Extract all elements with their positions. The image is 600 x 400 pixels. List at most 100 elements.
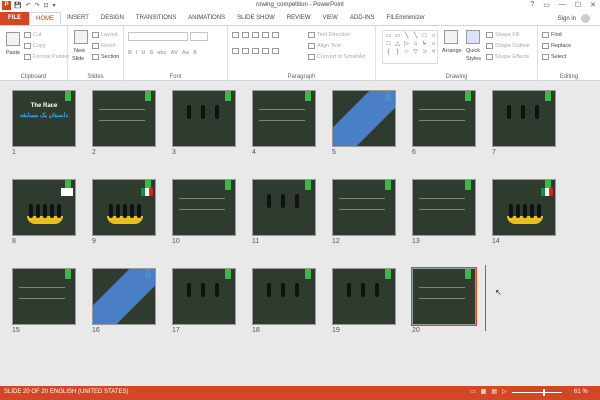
- shape-option[interactable]: ▭: [393, 32, 402, 40]
- text-direction-button[interactable]: Text Direction: [308, 32, 350, 38]
- shape-option[interactable]: ☆: [402, 48, 411, 56]
- tab-design[interactable]: DESIGN: [95, 12, 130, 25]
- char-spacing-button[interactable]: AV: [171, 50, 178, 56]
- font-size-select[interactable]: [190, 32, 208, 41]
- shape-option[interactable]: ○: [429, 32, 438, 40]
- slide-thumbnail[interactable]: [332, 268, 396, 325]
- shape-option[interactable]: ▷: [402, 40, 411, 48]
- shape-option[interactable]: ▭: [384, 32, 393, 40]
- new-slide-button[interactable]: New: [74, 48, 85, 54]
- find-button[interactable]: Find: [542, 32, 562, 38]
- shape-option[interactable]: ▿: [429, 48, 438, 56]
- shape-option[interactable]: △: [393, 40, 402, 48]
- shape-effects-button[interactable]: Shape Effects: [486, 54, 529, 60]
- shape-option[interactable]: ▽: [411, 48, 420, 56]
- shape-option[interactable]: ⌂: [411, 40, 420, 48]
- align-center-icon[interactable]: [242, 48, 249, 54]
- layout-button[interactable]: Layout: [92, 32, 118, 38]
- arrange-button[interactable]: Arrange: [442, 48, 462, 54]
- tab-file[interactable]: FILE: [0, 12, 29, 25]
- slide-thumbnail[interactable]: [252, 90, 316, 147]
- underline-button[interactable]: U: [142, 50, 146, 56]
- zoom-level[interactable]: 61 %: [574, 389, 588, 395]
- font-color-button[interactable]: A: [193, 50, 197, 56]
- slide-thumbnail[interactable]: [492, 179, 556, 236]
- shape-option[interactable]: ╲: [411, 32, 420, 40]
- slide-thumbnail[interactable]: [252, 179, 316, 236]
- align-left-icon[interactable]: [232, 48, 239, 54]
- slide-thumbnail[interactable]: [332, 90, 396, 147]
- slide-thumbnail[interactable]: [412, 90, 476, 147]
- shape-option[interactable]: ⌂: [429, 40, 438, 48]
- shape-option[interactable]: }: [393, 48, 402, 56]
- tab-view[interactable]: VIEW: [317, 12, 344, 25]
- tab-insert[interactable]: INSERT: [61, 12, 95, 25]
- shape-option[interactable]: ⊃: [420, 48, 429, 56]
- tab-slide-show[interactable]: SLIDE SHOW: [231, 12, 281, 25]
- ribbon-display-icon[interactable]: ▭: [543, 1, 550, 9]
- line-spacing-icon[interactable]: [272, 32, 279, 38]
- shape-outline-button[interactable]: Shape Outline: [486, 43, 530, 49]
- copy-button[interactable]: Copy: [24, 43, 46, 49]
- shape-option[interactable]: □: [420, 32, 429, 40]
- language-indicator[interactable]: ENGLISH (UNITED STATES): [50, 389, 128, 395]
- replace-button[interactable]: Replace: [542, 43, 571, 49]
- slide-thumbnail[interactable]: [92, 268, 156, 325]
- normal-view-icon[interactable]: ▭: [470, 388, 476, 395]
- align-text-button[interactable]: Align Text: [308, 43, 341, 49]
- slide-thumbnail[interactable]: [172, 268, 236, 325]
- font-family-select[interactable]: [128, 32, 188, 41]
- reset-button[interactable]: Reset: [92, 43, 115, 49]
- quick-styles-button[interactable]: Quick: [466, 48, 480, 54]
- shape-option[interactable]: ╲: [402, 32, 411, 40]
- align-right-icon[interactable]: [252, 48, 259, 54]
- tab-add-ins[interactable]: ADD-INS: [344, 12, 381, 25]
- arrange-icon[interactable]: [444, 30, 458, 44]
- slide-thumbnail[interactable]: [172, 179, 236, 236]
- help-icon[interactable]: ?: [530, 1, 534, 9]
- slide-thumbnail[interactable]: [92, 90, 156, 147]
- slide-sorter-view-icon[interactable]: ▦: [481, 388, 487, 395]
- strikethrough-button[interactable]: S: [150, 50, 154, 56]
- tab-home[interactable]: HOME: [29, 12, 61, 25]
- bullets-icon[interactable]: [232, 32, 239, 38]
- slide-thumbnail[interactable]: [12, 179, 76, 236]
- increase-indent-icon[interactable]: [262, 32, 269, 38]
- italic-button[interactable]: I: [136, 50, 138, 56]
- quick-styles-dropdown[interactable]: Styles: [466, 56, 481, 62]
- slideshow-view-icon[interactable]: ▷: [502, 388, 507, 395]
- slide-thumbnail[interactable]: [492, 90, 556, 147]
- slide-thumbnail[interactable]: [12, 268, 76, 325]
- shapes-gallery[interactable]: ▭ ▭ ╲ ╲ □ ○ □ △ ▷ ⌂ ↳ ⌂{} ☆ ▽ ⊃ ▿: [382, 30, 438, 64]
- new-slide-icon[interactable]: [74, 30, 88, 44]
- bold-button[interactable]: B: [128, 50, 132, 56]
- sign-in-link[interactable]: Sign in: [558, 16, 576, 22]
- maximize-button[interactable]: ☐: [575, 1, 581, 9]
- new-slide-dropdown[interactable]: Slide: [72, 56, 84, 62]
- slide-thumbnail[interactable]: [92, 179, 156, 236]
- select-button[interactable]: Select: [542, 54, 566, 60]
- section-button[interactable]: Section: [92, 54, 119, 60]
- numbering-icon[interactable]: [242, 32, 249, 38]
- shape-option[interactable]: {: [384, 48, 393, 56]
- minimize-button[interactable]: —: [559, 1, 566, 9]
- slide-thumbnail[interactable]: [332, 179, 396, 236]
- convert-smartart-button[interactable]: Convert to SmartArt: [308, 54, 366, 60]
- tab-transitions[interactable]: TRANSITIONS: [130, 12, 182, 25]
- format-painter-button[interactable]: Format Painter: [24, 54, 69, 60]
- cut-button[interactable]: Cut: [24, 32, 42, 38]
- shape-option[interactable]: □: [384, 40, 393, 48]
- slide-thumbnail[interactable]: [412, 179, 476, 236]
- reading-view-icon[interactable]: ▤: [491, 388, 497, 395]
- slide-thumbnail[interactable]: [172, 90, 236, 147]
- shadow-button[interactable]: abc: [157, 50, 166, 56]
- shape-option[interactable]: ↳: [420, 40, 429, 48]
- zoom-slider[interactable]: [512, 392, 562, 393]
- tab-review[interactable]: REVIEW: [281, 12, 317, 25]
- tab-fileminimizer[interactable]: FILEminimizer: [381, 12, 431, 25]
- shape-fill-button[interactable]: Shape Fill: [486, 32, 519, 38]
- close-button[interactable]: ✕: [590, 1, 596, 9]
- paste-icon[interactable]: [6, 32, 20, 46]
- avatar[interactable]: [581, 14, 590, 23]
- change-case-button[interactable]: Aa: [182, 50, 189, 56]
